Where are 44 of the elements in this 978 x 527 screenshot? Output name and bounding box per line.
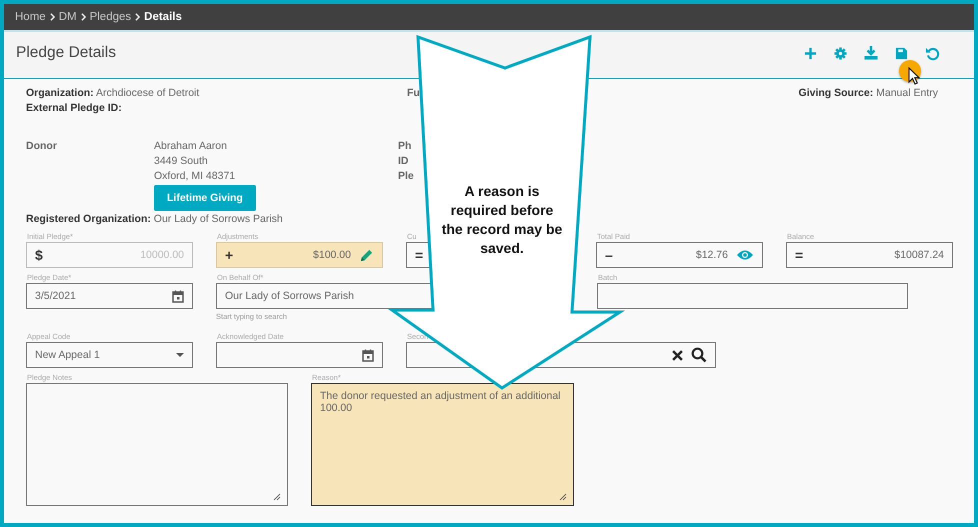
dropdown[interactable]: New Appeal 1	[26, 342, 193, 368]
resize-grip-icon[interactable]	[559, 493, 567, 501]
breadcrumb-link[interactable]: Pledges	[90, 11, 132, 23]
donor-address-line: 3449 South	[154, 154, 208, 169]
settings-icon[interactable]	[834, 46, 847, 60]
caret-down-icon[interactable]	[176, 353, 184, 357]
input-field[interactable]: = $10087.24	[786, 242, 953, 268]
page-title: Pledge Details	[16, 44, 116, 62]
breadcrumb-link[interactable]: DM	[58, 11, 77, 23]
input-field[interactable]: 3/5/2021	[26, 283, 193, 309]
input-field[interactable]	[216, 342, 383, 368]
input-field[interactable]: Our Lady of Sorrows Parish	[216, 283, 433, 309]
chevron-right-icon	[80, 13, 86, 21]
chevron-right-icon	[135, 13, 140, 21]
text-area[interactable]: The donor requested an adjustment of an additional 100.00	[311, 383, 574, 506]
calendar-icon[interactable]	[172, 290, 184, 302]
donor-label: Donor	[26, 139, 58, 154]
field-label: Ple	[398, 169, 414, 184]
search-icon[interactable]	[691, 347, 707, 363]
close-icon[interactable]	[672, 350, 683, 360]
undo-icon[interactable]	[925, 46, 940, 60]
download-icon[interactable]	[864, 46, 878, 60]
field-label: ID	[398, 154, 408, 169]
save-icon[interactable]	[895, 46, 908, 60]
donor-address-line: Oxford, MI 48371	[154, 169, 236, 184]
registered-organization-text: Registered Organization: Our Lady of Sorrows Parish	[26, 212, 283, 227]
text-area[interactable]	[26, 383, 288, 506]
input-field[interactable]: + $100.00	[216, 242, 383, 268]
input-field[interactable]: – $12.76	[596, 242, 763, 268]
calendar-icon[interactable]	[362, 348, 374, 362]
pencil-icon[interactable]	[359, 248, 374, 262]
field-label: Ph	[398, 139, 412, 154]
input-field[interactable]	[597, 283, 908, 309]
giving-source-text: Giving Source: Manual Entry	[798, 86, 938, 101]
field-label: Fu	[407, 86, 420, 101]
add-icon[interactable]	[804, 46, 817, 60]
donor-address-line: Abraham Aaron	[154, 139, 227, 154]
external-pledge-id-label: External Pledge ID:	[26, 101, 122, 116]
callout-text: A reason is required before the record may be saved.	[440, 182, 564, 258]
resize-grip-icon[interactable]	[273, 493, 281, 501]
organization-text: Organization: Archdiocese of Detroit	[26, 86, 200, 101]
eye-icon[interactable]	[736, 249, 754, 261]
breadcrumb-link[interactable]: Home	[15, 11, 46, 23]
chevron-right-icon	[50, 13, 55, 21]
